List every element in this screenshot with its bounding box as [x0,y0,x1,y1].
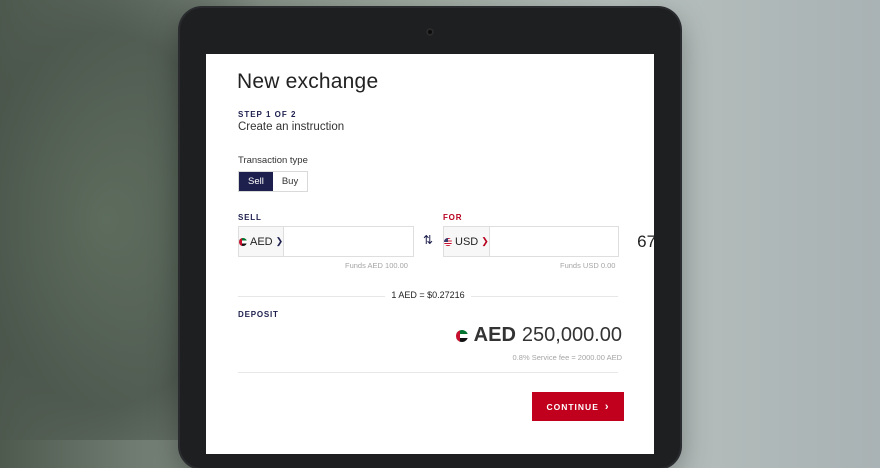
continue-button[interactable]: CONTINUE › [532,392,624,421]
chevron-down-icon: ❯ [275,236,284,246]
exchange-rate-text: 1 AED = $0.27216 [385,290,471,300]
transaction-type-label: Transaction type [238,155,308,166]
swap-icon[interactable]: ⇅ [419,230,437,250]
for-currency-select[interactable]: USD ❯ [444,227,490,256]
deposit-currency: AED [473,324,516,346]
step-subtitle: Create an instruction [238,121,345,133]
for-currency-code: USD [455,235,479,248]
deposit-amount: AED 250,000.00 [455,324,622,347]
sell-amount-group: AED ❯ [238,226,514,257]
sell-currency-code: AED [250,235,273,248]
page-title: New exchange [237,70,379,93]
service-fee-text: 0.8% Service fee = 2000.00 AED [512,353,622,362]
sell-label: SELL [238,213,262,222]
sell-funds-text: Funds AED 100.00 [345,261,408,270]
for-amount-input[interactable] [489,227,654,256]
chevron-right-icon: › [604,400,610,413]
chevron-down-icon: ❯ [481,236,489,246]
exchange-rate: 1 AED = $0.27216 [238,290,618,300]
section-divider [238,372,618,373]
continue-label: CONTINUE [546,401,599,412]
deposit-value: 250,000.00 [521,324,622,346]
transaction-type-toggle: Sell Buy [238,171,309,192]
step-indicator: STEP 1 OF 2 [238,110,297,119]
uae-flag-icon [455,329,468,342]
sell-toggle-button[interactable]: Sell [239,172,273,191]
for-funds-text: Funds USD 0.00 [560,261,616,270]
camera-dot [426,28,434,36]
uae-flag-icon [239,237,247,246]
sell-currency-select[interactable]: AED ❯ [239,227,285,256]
for-label: FOR [443,213,463,222]
us-flag-icon [444,237,452,246]
for-amount-group: USD ❯ [443,226,654,257]
deposit-label: DEPOSIT [238,310,279,319]
tablet-screen: New exchange STEP 1 OF 2 Create an instr… [206,54,654,454]
buy-toggle-button[interactable]: Buy [272,172,308,191]
